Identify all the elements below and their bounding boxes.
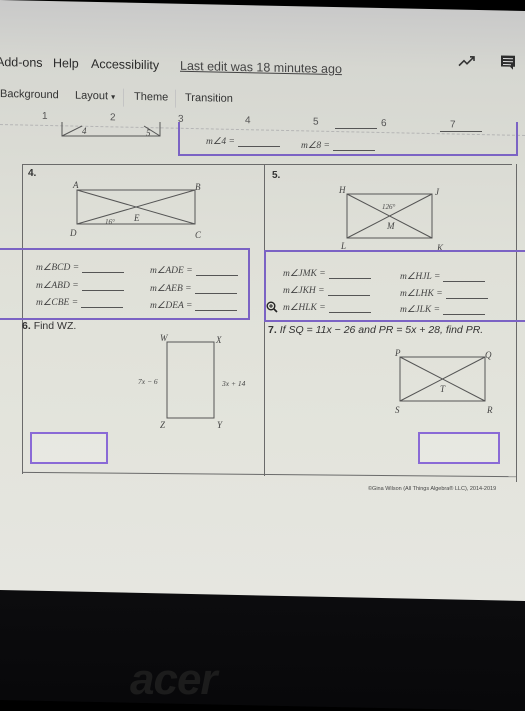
problem-7-prompt: 7. If SQ = 11x − 26 and PR = 5x + 28, fi…: [268, 324, 483, 336]
equation-row: m∠DEA =: [150, 300, 237, 311]
problem-4-number: 4.: [28, 168, 36, 179]
answer-blank: [329, 270, 371, 279]
equation-row: m∠CBE =: [36, 297, 123, 308]
vertex-label: M: [387, 221, 395, 231]
divider: [516, 164, 517, 482]
angle-label: 4: [82, 126, 87, 136]
equation-label: m∠HJL =: [400, 272, 440, 282]
equation-label: m∠8 =: [301, 141, 330, 151]
equation-label: m∠BCD =: [36, 263, 79, 273]
equation-row: m∠JLK =: [400, 304, 485, 315]
answer-blank: [195, 285, 237, 294]
answer-blank: [443, 306, 485, 315]
equation-row: m∠LHK =: [400, 288, 488, 299]
problem-7-answer-box[interactable]: [418, 432, 500, 464]
equation-m8: m∠8 =: [301, 140, 375, 151]
equation-row: m∠ADE =: [150, 265, 238, 276]
divider: [22, 472, 516, 477]
problem-5-rectangle: [345, 192, 435, 240]
slide-canvas[interactable]: 4 5 m∠4 = m∠8 = 4. A B C D E 16° 5. H J …: [0, 0, 525, 600]
divider: [22, 164, 512, 165]
answer-blank: [82, 282, 124, 291]
vertex-label: E: [134, 213, 140, 223]
vertex-label: A: [73, 180, 79, 190]
equation-row: m∠ABD =: [36, 280, 124, 291]
problem-5-number: 5.: [272, 170, 280, 181]
equation-label: m∠ABD =: [36, 281, 79, 291]
equation-m4: m∠4 =: [206, 136, 280, 147]
answer-blank: [195, 302, 237, 311]
equation-label: m∠HLK =: [283, 303, 326, 313]
problem-6-prompt: 6. Find WZ.: [22, 320, 76, 332]
vertex-label: B: [195, 182, 201, 192]
vertex-label: T: [440, 384, 445, 394]
equation-row: m∠JKH =: [283, 285, 370, 296]
equation-row: m∠BCD =: [36, 262, 124, 273]
problem-6-rectangle: [165, 340, 217, 420]
equation-label: m∠JMK =: [283, 269, 326, 279]
answer-blank: [333, 142, 375, 151]
answer-blank: [81, 299, 123, 308]
problem-number: 7.: [268, 324, 277, 336]
problem-6-answer-box[interactable]: [30, 432, 108, 464]
equation-row: m∠JMK =: [283, 268, 371, 279]
problem-text: If SQ = 11x − 26 and PR = 5x + 28, find …: [280, 324, 484, 336]
vertex-label: Y: [217, 420, 222, 430]
problem-text: Find WZ.: [34, 320, 77, 332]
vertex-label: P: [395, 348, 401, 358]
answer-blank: [329, 304, 371, 313]
equation-label: m∠4 =: [206, 137, 235, 147]
zoom-in-icon[interactable]: [266, 301, 278, 313]
vertex-label: Q: [485, 350, 492, 360]
equation-label: m∠AEB =: [150, 284, 192, 294]
side-expression: 7x − 6: [138, 377, 158, 386]
angle-label: 16°: [105, 218, 115, 226]
angle-label: 5: [146, 128, 151, 138]
problem-number: 6.: [22, 320, 31, 332]
vertex-label: Z: [160, 420, 165, 430]
side-expression: 3x + 14: [222, 379, 245, 388]
answer-blank: [440, 131, 482, 132]
laptop-bezel: [0, 590, 525, 711]
answer-blank: [443, 273, 485, 282]
equation-label: m∠ADE =: [150, 266, 193, 276]
answer-blank: [238, 138, 280, 147]
answer-blank: [335, 128, 377, 129]
equation-label: m∠CBE =: [36, 298, 78, 308]
equation-label: m∠DEA =: [150, 301, 192, 311]
copyright-text: ©Gina Wilson (All Things Algebra® LLC), …: [368, 486, 496, 492]
equation-row: m∠AEB =: [150, 283, 237, 294]
equation-row: m∠HJL =: [400, 271, 485, 282]
answer-blank: [328, 287, 370, 296]
vertex-label: D: [70, 228, 77, 238]
acer-logo: acer: [130, 655, 217, 705]
answer-blank: [446, 290, 488, 299]
problem-7-rectangle: [398, 355, 488, 403]
answer-blank: [196, 267, 238, 276]
equation-row: m∠HLK =: [283, 302, 371, 313]
vertex-label: W: [160, 333, 168, 343]
equation-label: m∠JKH =: [283, 286, 325, 296]
equation-label: m∠JLK =: [400, 305, 440, 315]
equation-label: m∠LHK =: [400, 289, 443, 299]
angle-label: 126°: [382, 203, 395, 211]
vertex-label: C: [195, 230, 201, 240]
answer-blank: [82, 264, 124, 273]
vertex-label: H: [339, 185, 346, 195]
vertex-label: S: [395, 405, 400, 415]
vertex-label: X: [216, 335, 222, 345]
problem3-figure: [60, 120, 170, 142]
vertex-label: R: [487, 405, 493, 415]
vertex-label: J: [435, 187, 439, 197]
